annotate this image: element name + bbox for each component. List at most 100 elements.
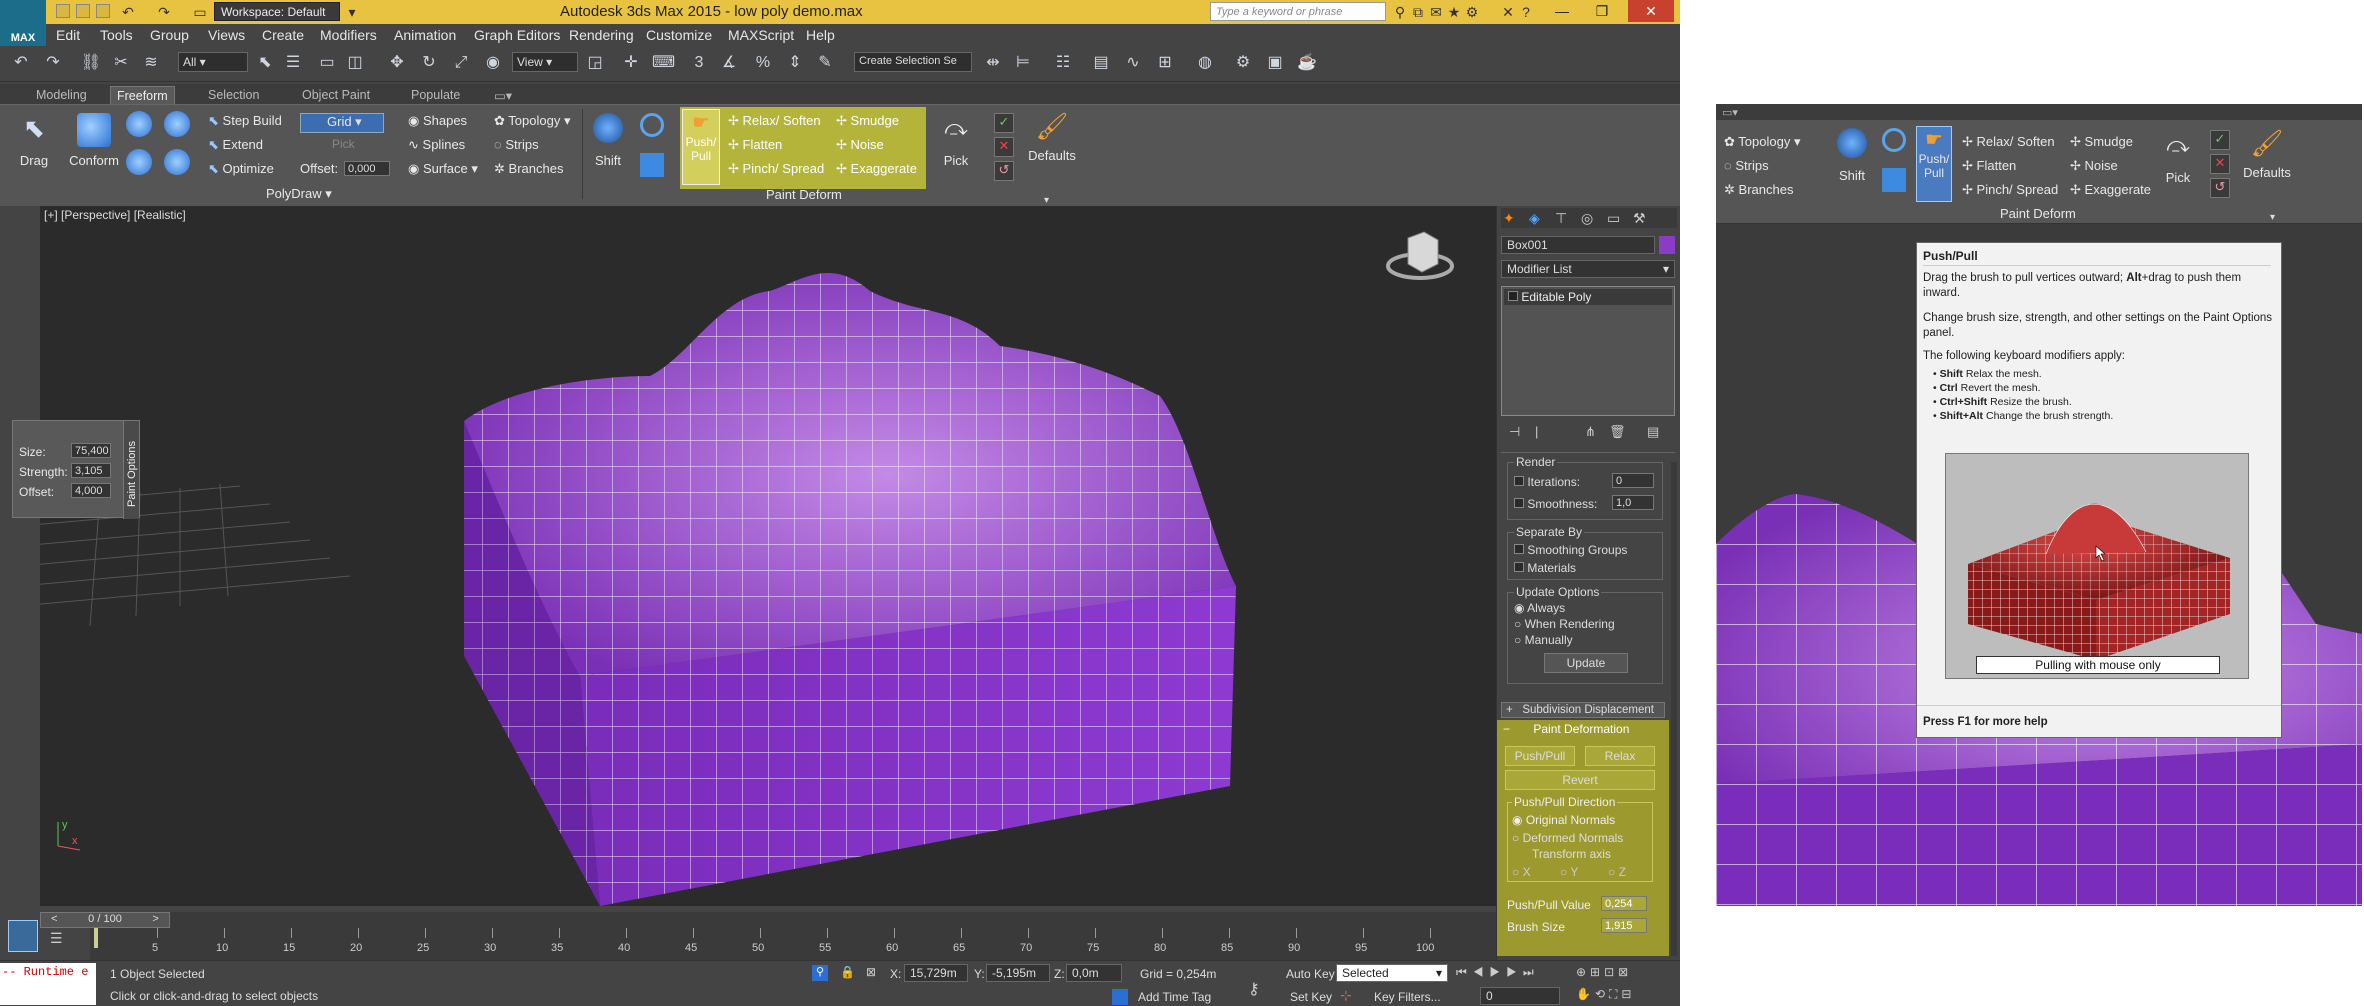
ribbon-expand-icon[interactable]: ▾ <box>2270 212 2275 223</box>
zoom-flatten-button[interactable]: ✢ Flatten <box>1962 158 2016 174</box>
command-panel-scrollbar[interactable] <box>1671 462 1677 956</box>
key-icon[interactable]: ⚷ <box>1248 979 1260 999</box>
iterations-checkbox[interactable] <box>1514 476 1524 486</box>
unlink-icon[interactable]: ✂ <box>110 52 132 74</box>
offset-input[interactable]: 0,000 <box>344 161 390 176</box>
zoom-defaults-button[interactable]: 🖌 Defaults <box>2240 128 2294 180</box>
render-production-icon[interactable]: ☕ <box>1296 52 1318 74</box>
y-coord-field[interactable]: -5,195m <box>986 964 1050 982</box>
branches-button[interactable]: ✲ Branches <box>494 161 563 177</box>
menu-rendering[interactable]: Rendering <box>569 27 634 43</box>
spinner-snap-icon[interactable]: ⇕ <box>784 52 806 74</box>
add-time-tag-button[interactable]: Add Time Tag <box>1138 990 1211 1004</box>
utilities-tab-icon[interactable]: ⚒ <box>1633 210 1646 227</box>
hierarchy-tab-icon[interactable]: ⊤ <box>1555 210 1567 227</box>
render-setup-icon[interactable]: ⚙ <box>1232 52 1254 74</box>
smudge-button[interactable]: ✢ Smudge <box>836 113 899 129</box>
extend-button[interactable]: ⬉ Extend <box>208 137 263 153</box>
align-icon[interactable]: ⊨ <box>1012 52 1034 74</box>
layer-manager-icon[interactable]: ☷ <box>1052 52 1074 74</box>
nav-controls-top[interactable]: ⊕⊞⊡⊠ <box>1576 965 1632 979</box>
link-icon[interactable]: ⛓ <box>80 52 102 74</box>
new-file-icon[interactable] <box>56 4 70 18</box>
undo-icon[interactable]: ↶ <box>120 4 136 20</box>
zoom-pinch-spread-button[interactable]: ✢ Pinch/ Spread <box>1962 182 2058 198</box>
mirror-icon[interactable]: ⇹ <box>982 52 1004 74</box>
restore-button[interactable]: ❐ <box>1584 0 1620 22</box>
materials-row[interactable]: Materials <box>1514 561 1576 575</box>
defaults-button[interactable]: 🖌 Defaults <box>1028 111 1076 163</box>
search-input[interactable]: Type a keyword or phrase <box>1210 2 1386 21</box>
smoothness-row[interactable]: Smoothness: <box>1514 497 1597 511</box>
shift-scale-icon[interactable] <box>1882 168 1906 192</box>
smoothness-input[interactable]: 1,0 <box>1612 495 1654 510</box>
save-file-icon[interactable] <box>96 4 110 18</box>
time-slider[interactable]: < 0 / 100 > <box>40 912 1496 928</box>
splines-button[interactable]: ∿ Splines <box>408 137 465 153</box>
tab-selection[interactable]: Selection <box>202 86 265 104</box>
binoculars-icon[interactable]: ⚲ <box>1392 4 1408 20</box>
snaps-toggle-icon[interactable]: 3 <box>688 52 710 74</box>
axis-z-radio[interactable]: ○ Z <box>1608 865 1626 879</box>
menu-create[interactable]: Create <box>262 27 304 43</box>
revert-icon[interactable]: ↺ <box>2210 178 2230 198</box>
named-selection-set-dropdown[interactable]: Create Selection Se <box>854 52 972 72</box>
menu-modifiers[interactable]: Modifiers <box>320 27 377 43</box>
conform-frozen-icon[interactable] <box>164 149 190 175</box>
curve-editor-icon[interactable]: ∿ <box>1122 52 1144 74</box>
absolute-mode-icon[interactable]: ⊠ <box>866 965 876 979</box>
make-unique-icon[interactable]: ⋔ <box>1585 424 1596 440</box>
commit-icon[interactable]: ✓ <box>994 113 1014 133</box>
place-icon[interactable]: ◉ <box>482 52 504 74</box>
update-button[interactable]: Update <box>1544 653 1628 673</box>
zoom-pick-button[interactable]: ⤼ Pick <box>2160 132 2196 185</box>
paint-deformation-header[interactable]: − Paint Deformation <box>1503 722 1629 736</box>
push-pull-button[interactable]: Push/Pull <box>1505 746 1575 766</box>
pin-stack-icon[interactable]: ⊣ <box>1509 424 1520 440</box>
materials-checkbox[interactable] <box>1514 562 1524 572</box>
project-folder-icon[interactable]: ▭ <box>192 4 208 20</box>
relax-soften-button[interactable]: ✢ Relax/ Soften <box>728 113 821 129</box>
app-logo-button[interactable]: MAX <box>0 0 46 48</box>
push-pull-value-input[interactable]: 0,254 <box>1601 896 1647 911</box>
smoothness-checkbox[interactable] <box>1514 498 1524 508</box>
key-mode-dropdown[interactable]: Selected ▾ <box>1336 964 1448 982</box>
remove-modifier-icon[interactable]: 🗑 <box>1609 424 1626 440</box>
surface-button[interactable]: ◉ Surface ▾ <box>408 161 478 177</box>
noise-button[interactable]: ✢ Noise <box>836 137 884 153</box>
close-button[interactable]: ✕ <box>1628 0 1674 22</box>
maxscript-listener[interactable]: -- Runtime e <box>0 963 96 1005</box>
menu-help[interactable]: Help <box>806 27 835 43</box>
rotate-icon[interactable]: ↻ <box>418 52 440 74</box>
help-icon[interactable]: ? <box>1518 4 1534 20</box>
pick-button[interactable]: ⤼ Pick <box>938 115 974 168</box>
viewport[interactable]: y x <box>19 206 1496 906</box>
menu-graph-editors[interactable]: Graph Editors <box>474 27 560 43</box>
optimize-button[interactable]: ⬉ Optimize <box>208 161 274 177</box>
menu-group[interactable]: Group <box>150 27 189 43</box>
stack-item-editable-poly[interactable]: Editable Poly <box>1504 289 1672 305</box>
conform-brush-icon[interactable] <box>126 111 152 137</box>
menu-animation[interactable]: Animation <box>394 27 456 43</box>
quick-access-menu-icon[interactable]: ▾ <box>344 4 360 20</box>
select-object-icon[interactable]: ⬉ <box>254 52 276 74</box>
set-key-button[interactable]: Set Key <box>1290 990 1332 1004</box>
when-rendering-radio[interactable]: ○ When Rendering <box>1514 617 1615 631</box>
zoom-strips-button[interactable]: ◌ Strips <box>1724 158 1769 173</box>
object-color-swatch[interactable] <box>1659 236 1675 254</box>
percent-snap-icon[interactable]: % <box>752 52 774 74</box>
zoom-smudge-button[interactable]: ✢ Smudge <box>2070 134 2133 150</box>
push-pull-button[interactable]: ☛ Push/ Pull <box>682 109 720 185</box>
menu-views[interactable]: Views <box>208 27 245 43</box>
time-tag-icon[interactable] <box>1112 989 1128 1005</box>
zoom-exaggerate-button[interactable]: ✢ Exaggerate <box>2070 182 2151 198</box>
conform-move-icon[interactable] <box>164 111 190 137</box>
relax-button[interactable]: Relax <box>1585 746 1655 766</box>
modifier-list-dropdown[interactable]: Modifier List ▾ <box>1501 260 1675 278</box>
conform-options-icon[interactable] <box>126 149 152 175</box>
auto-key-button[interactable]: Auto Key <box>1286 967 1335 981</box>
subscription-icon[interactable]: ⧉ <box>1410 4 1426 20</box>
rendered-frame-icon[interactable]: ▣ <box>1264 52 1286 74</box>
offset-input[interactable]: 4,000 <box>71 483 111 498</box>
zoom-topology-button[interactable]: ✿ Topology ▾ <box>1724 134 1800 150</box>
